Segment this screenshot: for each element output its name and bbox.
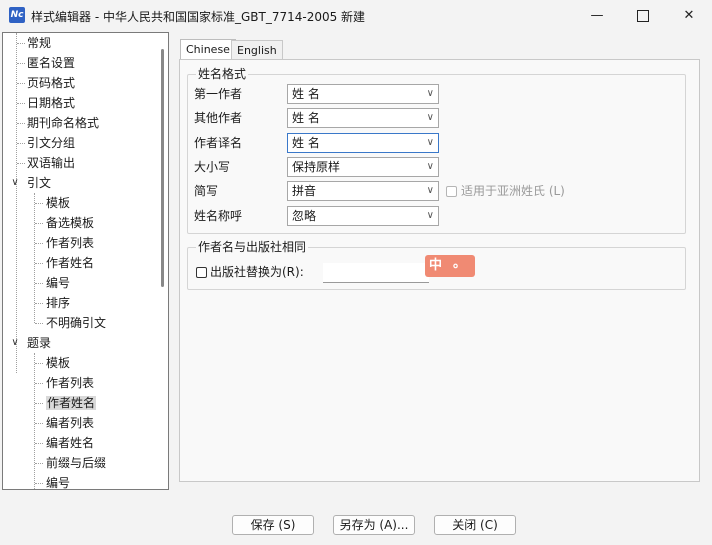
tree-item-sorting[interactable]: 排序 (46, 293, 70, 313)
tree-connector (16, 33, 17, 373)
salutation-select[interactable]: 忽略 ∨ (287, 206, 439, 226)
chevron-down-icon: ∨ (426, 185, 434, 196)
save-as-button[interactable]: 另存为 (A)... (333, 515, 415, 535)
tree-scrollbar[interactable] (157, 33, 168, 489)
tree-item-general[interactable]: 常规 (27, 33, 51, 53)
window-title: 样式编辑器 - 中华人民共和国国家标准_GBT_7714-2005 新建 (31, 10, 366, 24)
asian-surname-checkbox[interactable] (446, 186, 457, 197)
tree-item-citation-author-list[interactable]: 作者列表 (46, 233, 94, 253)
replace-publisher-label: 出版社替换为(R): (210, 265, 304, 279)
chevron-down-icon: ∨ (426, 210, 434, 221)
tree-item-prefix-suffix[interactable]: 前缀与后缀 (46, 453, 106, 473)
tree-item-bib-author-list[interactable]: 作者列表 (46, 373, 94, 393)
save-button[interactable]: 保存 (S) (232, 515, 314, 535)
ime-char: 中 (429, 258, 443, 273)
tab-english[interactable]: English (231, 40, 283, 60)
title-bar: Nc 样式编辑器 - 中华人民共和国国家标准_GBT_7714-2005 新建 … (0, 0, 712, 31)
tree-item-bib-author-name[interactable]: 作者姓名 (46, 393, 97, 413)
asian-surname-label: 适用于亚洲姓氏 (L) (461, 184, 565, 198)
tree-item-alt-template[interactable]: 备选模板 (46, 213, 94, 233)
tree-item-bilingual-output[interactable]: 双语输出 (27, 153, 75, 173)
publisher-group-title: 作者名与出版社相同 (196, 240, 309, 254)
abbreviation-label: 简写 (194, 184, 219, 198)
salutation-label: 姓名称呼 (194, 209, 243, 223)
chevron-down-icon: ∨ (426, 112, 434, 123)
maximize-icon (637, 9, 649, 22)
translated-author-label: 作者译名 (194, 136, 243, 150)
tree-item-anonymous[interactable]: 匿名设置 (27, 53, 75, 73)
first-author-select[interactable]: 姓 名 ∨ (287, 84, 439, 104)
tree-item-citation-author-name[interactable]: 作者姓名 (46, 253, 94, 273)
chevron-down-icon: ∨ (426, 161, 434, 172)
tree-item-date-format[interactable]: 日期格式 (27, 93, 75, 113)
settings-tree[interactable]: 常规 匿名设置 页码格式 日期格式 期刊命名格式 引文分组 双语输出 ∨ 引文 … (2, 32, 169, 490)
other-authors-select[interactable]: 姓 名 ∨ (287, 108, 439, 128)
tree-item-citation-grouping[interactable]: 引文分组 (27, 133, 75, 153)
close-button[interactable]: 关闭 (C) (434, 515, 516, 535)
chevron-down-icon: ∨ (426, 137, 434, 148)
tree-item-citations[interactable]: 引文 (27, 173, 51, 193)
chevron-down-icon[interactable]: ∨ (9, 333, 21, 353)
scrollbar-thumb[interactable] (161, 49, 164, 287)
capitalization-label: 大小写 (194, 160, 231, 174)
tree-item-ambiguous-citations[interactable]: 不明确引文 (46, 313, 106, 333)
first-author-label: 第一作者 (194, 87, 243, 101)
tree-item-editor-name[interactable]: 编者姓名 (46, 433, 94, 453)
other-authors-label: 其他作者 (194, 111, 243, 125)
capitalization-select[interactable]: 保持原样 ∨ (287, 157, 439, 177)
tree-item-citation-numbering[interactable]: 编号 (46, 273, 70, 293)
tree-item-bib-template[interactable]: 模板 (46, 353, 70, 373)
tree-connector (34, 353, 35, 489)
chevron-down-icon: ∨ (426, 88, 434, 99)
ime-punctuation: 。 (453, 256, 467, 271)
tree-item-page-format[interactable]: 页码格式 (27, 73, 75, 93)
tab-chinese[interactable]: Chinese (180, 39, 236, 60)
ime-indicator[interactable]: 中 。 (425, 255, 475, 277)
app-logo-icon: Nc (9, 7, 25, 23)
replace-publisher-checkbox[interactable] (196, 267, 207, 278)
tree-item-citation-template[interactable]: 模板 (46, 193, 70, 213)
translated-author-select[interactable]: 姓 名 ∨ (287, 133, 439, 153)
name-format-group: 姓名格式 第一作者 姓 名 ∨ 其他作者 姓 名 ∨ 作者译名 姓 名 ∨ 大小… (187, 67, 686, 234)
tree-item-bibliography[interactable]: 题录 (27, 333, 51, 353)
tree-item-editor-list[interactable]: 编者列表 (46, 413, 94, 433)
name-format-title: 姓名格式 (196, 67, 249, 81)
minimize-button[interactable]: — (574, 0, 620, 31)
publisher-replacement-input[interactable] (323, 263, 429, 283)
abbreviation-select[interactable]: 拼音 ∨ (287, 181, 439, 201)
close-window-button[interactable]: ✕ (666, 0, 712, 31)
chevron-down-icon[interactable]: ∨ (9, 173, 21, 193)
tree-item-bib-numbering[interactable]: 编号 (46, 473, 70, 489)
maximize-button[interactable] (620, 0, 666, 31)
tree-item-journal-naming[interactable]: 期刊命名格式 (27, 113, 99, 133)
